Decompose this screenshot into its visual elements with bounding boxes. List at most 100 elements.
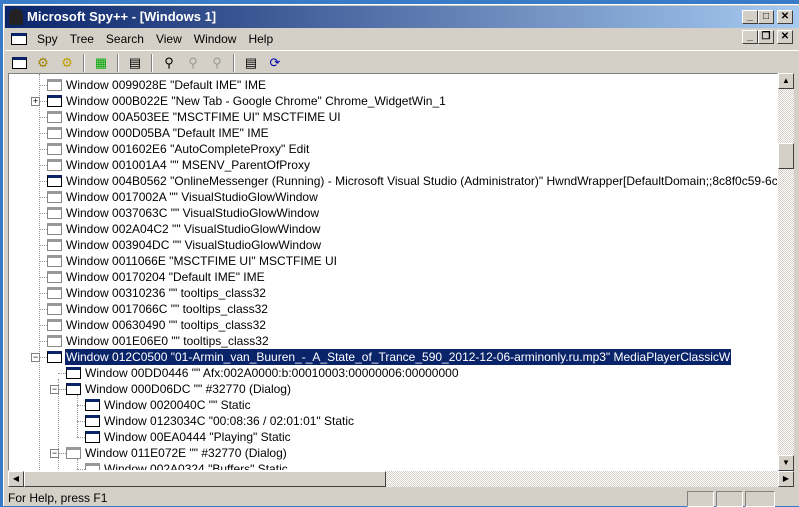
processes-icon[interactable]: ⚙	[33, 54, 53, 72]
menu-help[interactable]: Help	[242, 32, 279, 46]
tree-item[interactable]: − Window 000D06DC "" #32770 (Dialog)	[9, 381, 777, 397]
windows-icon[interactable]	[9, 54, 29, 72]
tree-item[interactable]: Window 003904DC "" VisualStudioGlowWindo…	[9, 237, 777, 253]
tree-item-label: Window 0011066E "MSCTFIME UI" MSCTFIME U…	[66, 254, 338, 268]
window-icon	[47, 207, 62, 219]
tree-item[interactable]: Window 00DD0446 "" Afx:002A0000:b:000100…	[9, 365, 777, 381]
menu-tree[interactable]: Tree	[64, 32, 100, 46]
log-messages-icon[interactable]: ▦	[91, 54, 111, 72]
window-icon	[66, 447, 81, 459]
tree-item-label: Window 0017002A "" VisualStudioGlowWindo…	[66, 190, 318, 204]
window-icon	[47, 239, 62, 251]
spy-window: Microsoft Spy++ - [Windows 1] _ □ ✕ Spy …	[3, 4, 799, 507]
tree-item[interactable]: Window 004B0562 "OnlineMessenger (Runnin…	[9, 173, 778, 189]
tree-item[interactable]: Window 0099028E "Default IME" IME	[9, 77, 777, 93]
tree-item[interactable]: Window 0017002A "" VisualStudioGlowWindo…	[9, 189, 777, 205]
tree-item[interactable]: Window 001E06E0 "" tooltips_class32	[9, 333, 777, 349]
spy-app-icon	[9, 9, 23, 25]
tree-item-label: Window 0123034C "00:08:36 / 02:01:01" St…	[104, 414, 355, 428]
tree-item[interactable]: Window 00A503EE "MSCTFIME UI" MSCTFIME U…	[9, 109, 777, 125]
window-icon	[85, 399, 100, 411]
menu-view[interactable]: View	[150, 32, 188, 46]
tree-item[interactable]: Window 00170204 "Default IME" IME	[9, 269, 777, 285]
vertical-scrollbar[interactable]: ▲ ▼	[778, 73, 794, 471]
tree-item-label: Window 001001A4 "" MSENV_ParentOfProxy	[66, 158, 310, 172]
tree-item[interactable]: − Window 011E072E "" #32770 (Dialog)	[9, 445, 777, 461]
close-button[interactable]: ✕	[777, 10, 793, 24]
window-icon	[47, 95, 62, 107]
window-icon	[47, 319, 62, 331]
menu-search[interactable]: Search	[100, 32, 150, 46]
tree-item-label: Window 00DD0446 "" Afx:002A0000:b:000100…	[85, 366, 459, 380]
window-icon	[47, 287, 62, 299]
tree-item[interactable]: Window 00630490 "" tooltips_class32	[9, 317, 777, 333]
tree-item[interactable]: Window 0020040C "" Static	[9, 397, 777, 413]
status-bar: For Help, press F1	[5, 489, 799, 507]
find-window-icon[interactable]: ▤	[125, 54, 145, 72]
scroll-up-button[interactable]: ▲	[778, 73, 794, 89]
separator	[151, 53, 153, 72]
tree-item-label: Window 0017066C "" tooltips_class32	[66, 302, 268, 316]
scroll-left-button[interactable]: ◀	[8, 471, 24, 487]
tree-item[interactable]: Window 0123034C "00:08:36 / 02:01:01" St…	[9, 413, 777, 429]
tree-item-label: Window 001602E6 "AutoCompleteProxy" Edit	[66, 142, 310, 156]
window-icon	[85, 415, 100, 427]
find-next-icon: ⚲	[188, 54, 198, 70]
tree-item-label: Window 003904DC "" VisualStudioGlowWindo…	[66, 238, 322, 252]
horizontal-scroll-thumb[interactable]	[24, 471, 386, 487]
tree-item[interactable]: Window 0011066E "MSCTFIME UI" MSCTFIME U…	[9, 253, 777, 269]
refresh-icon[interactable]: ⟳	[265, 54, 285, 72]
tree-item[interactable]: Window 000D05BA "Default IME" IME	[9, 125, 777, 141]
menu-spy[interactable]: Spy	[31, 32, 64, 46]
tree-item[interactable]: Window 002A04C2 "" VisualStudioGlowWindo…	[9, 221, 777, 237]
horizontal-scrollbar[interactable]: ◀ ▶	[8, 471, 794, 487]
doc-close-button[interactable]: ✕	[777, 30, 793, 44]
tree-item[interactable]: Window 0017066C "" tooltips_class32	[9, 301, 777, 317]
tree-item[interactable]: Window 002A0324 "Buffers" Static	[9, 461, 777, 470]
collapse-icon[interactable]: −	[31, 353, 40, 362]
window-icon	[47, 159, 62, 171]
document-icon[interactable]	[11, 32, 27, 45]
doc-minimize-button[interactable]: _	[742, 30, 758, 44]
window-icon	[47, 255, 62, 267]
window-title: Microsoft Spy++ - [Windows 1]	[27, 9, 217, 24]
window-icon	[47, 351, 62, 363]
doc-restore-button[interactable]: ❐	[758, 30, 774, 44]
tree-item[interactable]: Window 0037063C "" VisualStudioGlowWindo…	[9, 205, 777, 221]
tree-item[interactable]: + Window 000B022E "New Tab - Google Chrom…	[9, 93, 777, 109]
tree-item-label: Window 004B0562 "OnlineMessenger (Runnin…	[66, 174, 778, 188]
tree-item[interactable]: Window 00EA0444 "Playing" Static	[9, 429, 777, 445]
toolbar: ⚙ ⚙ ▦ ▤ ⚲ ⚲ ⚲ ▤ ⟳	[5, 50, 799, 74]
separator	[233, 53, 235, 72]
separator	[117, 53, 119, 72]
window-tree[interactable]: Window 0099028E "Default IME" IME + Window…	[8, 73, 778, 471]
minimize-button[interactable]: _	[742, 10, 758, 24]
tree-item[interactable]: Window 00310236 "" tooltips_class32	[9, 285, 777, 301]
status-pane	[716, 491, 743, 507]
tree-item[interactable]: Window 001001A4 "" MSENV_ParentOfProxy	[9, 157, 777, 173]
scroll-right-button[interactable]: ▶	[778, 471, 794, 487]
menu-window[interactable]: Window	[188, 32, 243, 46]
tree-item-label: Window 011E072E "" #32770 (Dialog)	[85, 446, 287, 460]
window-icon	[47, 143, 62, 155]
tree-item[interactable]: − Window 012C0500 "01-Armin_van_Buuren_-_…	[9, 348, 777, 366]
window-icon	[47, 175, 62, 187]
search-icon[interactable]: ⚲	[159, 54, 179, 72]
tree-item-label: Window 000D06DC "" #32770 (Dialog)	[85, 382, 291, 396]
scroll-down-button[interactable]: ▼	[778, 455, 794, 471]
window-icon	[47, 191, 62, 203]
menu-bar: Spy Tree Search View Window Help	[5, 29, 799, 48]
tree-item-label: Window 00EA0444 "Playing" Static	[104, 430, 291, 444]
window-icon	[47, 303, 62, 315]
expand-icon[interactable]: +	[31, 97, 40, 106]
properties-icon[interactable]: ▤	[241, 54, 261, 72]
maximize-button[interactable]: □	[758, 10, 774, 24]
threads-icon[interactable]: ⚙	[57, 54, 77, 72]
find-prev-icon: ⚲	[212, 54, 222, 70]
window-icon	[85, 431, 100, 443]
tree-item-label: Window 00170204 "Default IME" IME	[66, 270, 265, 284]
status-pane	[687, 491, 714, 507]
vertical-scroll-thumb[interactable]	[778, 143, 794, 169]
tree-line	[58, 379, 59, 470]
tree-item[interactable]: Window 001602E6 "AutoCompleteProxy" Edit	[9, 141, 777, 157]
